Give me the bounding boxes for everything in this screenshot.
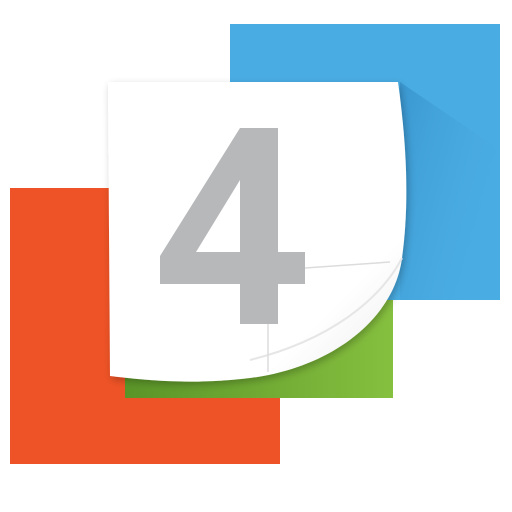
app-icon: 4 [0,0,512,512]
logo-numeral-text: 4 [0,0,8,4]
logo-graphic: 4 [0,0,500,464]
